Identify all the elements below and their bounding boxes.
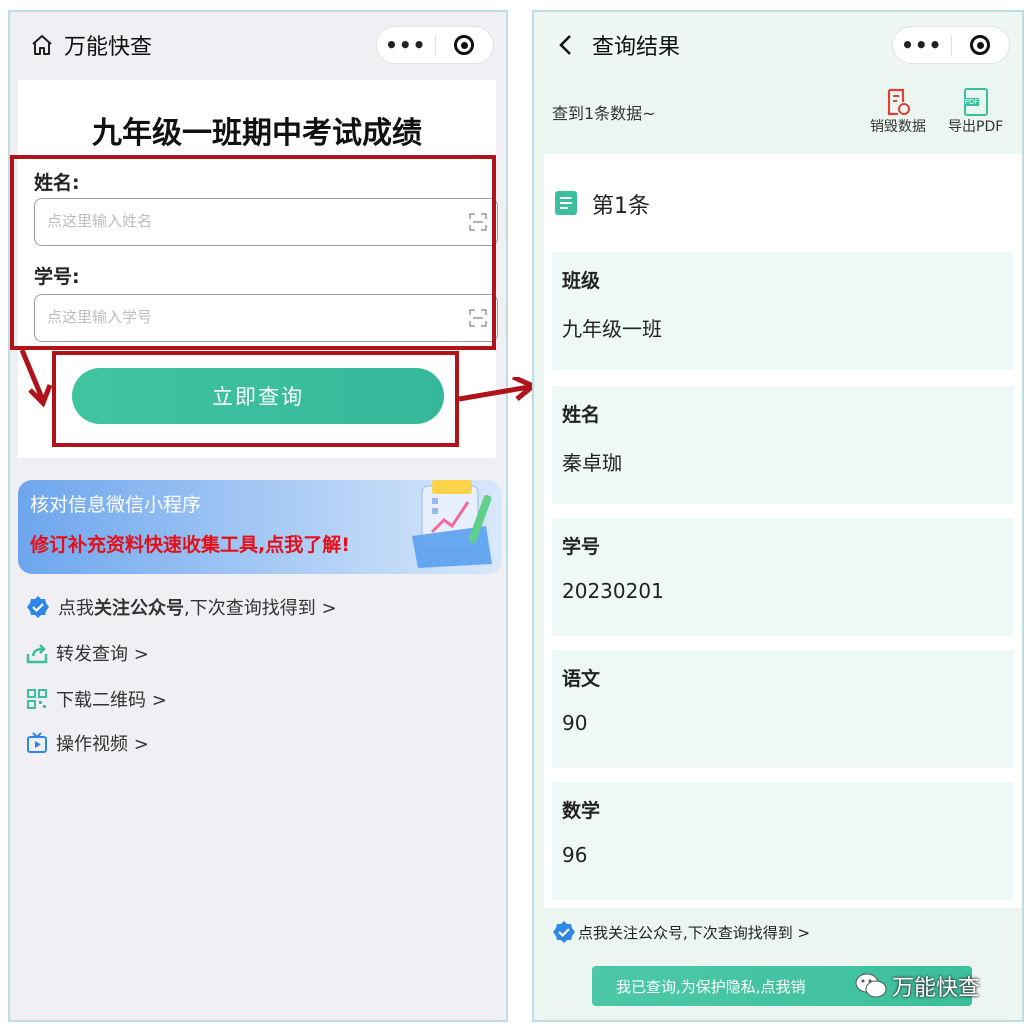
- banner-subtitle: 修订补充资料快速收集工具,点我了解!: [30, 534, 350, 556]
- query-form-card: 九年级一班期中考试成绩 姓名: 学号: 立即查询: [18, 80, 498, 458]
- home-icon[interactable]: [30, 33, 54, 57]
- left-phone-screen: 万能快查 ••• 九年级一班期中考试成绩 姓名: 学号: 立即查询 核对信息微信…: [8, 10, 508, 1022]
- verified-badge-icon: [27, 596, 49, 618]
- share-query-link[interactable]: 转发查询 >: [26, 640, 149, 666]
- video-label: 操作视频 >: [56, 734, 149, 755]
- export-pdf-label: 导出PDF: [948, 119, 1004, 135]
- record-title: 第1条: [592, 194, 650, 219]
- scan-icon[interactable]: [469, 309, 487, 327]
- close-miniprogram-icon[interactable]: [951, 35, 1009, 55]
- verified-badge-icon: [553, 921, 575, 943]
- result-field-class: 班级 九年级一班: [544, 244, 1022, 378]
- share-label: 转发查询 >: [56, 644, 149, 665]
- field-label: 数学: [562, 800, 601, 822]
- app-title: 万能快查: [64, 35, 153, 60]
- capsule-menu: •••: [892, 26, 1010, 64]
- destroy-data-button[interactable]: 销毁数据: [870, 88, 926, 136]
- field-value: 90: [562, 711, 588, 735]
- follow-label: 点我关注公众号,下次查询找得到 >: [578, 923, 811, 942]
- wechat-watermark: 万能快查: [854, 970, 980, 1002]
- annotation-arrow-down-icon: [19, 349, 53, 408]
- name-field[interactable]: [34, 198, 498, 246]
- mini-program-banner[interactable]: 核对信息微信小程序 修订补充资料快速收集工具,点我了解!: [18, 480, 502, 574]
- pdf-badge: PDF: [963, 98, 980, 106]
- more-icon[interactable]: •••: [377, 26, 435, 64]
- close-miniprogram-icon[interactable]: [435, 35, 493, 55]
- field-label: 姓名: [562, 404, 601, 426]
- field-label: 学号: [562, 536, 601, 558]
- more-icon[interactable]: •••: [893, 26, 951, 64]
- field-value: 20230201: [562, 579, 664, 603]
- capsule-menu: •••: [376, 26, 494, 64]
- result-field-student-id: 学号 20230201: [544, 510, 1022, 644]
- follow-bold: 关注公众号: [94, 598, 184, 619]
- field-label: 语文: [562, 668, 601, 690]
- form-title: 九年级一班期中考试成绩: [92, 116, 422, 151]
- follow-prefix: 点我: [58, 598, 94, 619]
- result-page-title: 查询结果: [592, 35, 681, 60]
- record-card-header: 第1条: [544, 154, 1022, 244]
- tutorial-video-link[interactable]: 操作视频 >: [26, 730, 149, 756]
- follow-suffix: ,下次查询找得到 >: [184, 598, 337, 619]
- qrcode-label: 下载二维码 >: [56, 690, 167, 711]
- field-label: 班级: [562, 270, 601, 292]
- qrcode-icon: [27, 689, 47, 709]
- destroy-data-label: 销毁数据: [870, 119, 926, 135]
- download-qrcode-link[interactable]: 下载二维码 >: [26, 686, 167, 712]
- follow-official-account-link[interactable]: 点我关注公众号,下次查询找得到 >: [26, 594, 337, 620]
- right-navbar: 查询结果 •••: [534, 12, 1022, 78]
- folder-chart-illustration-icon: [412, 480, 492, 568]
- right-phone-screen: 查询结果 ••• 查到1条数据~ 销毁数据 PDF 导出PDF 第1条 班级九年…: [532, 10, 1024, 1022]
- field-value: 96: [562, 843, 588, 867]
- wechat-logo-icon: [855, 973, 887, 998]
- field-value: 九年级一班: [562, 317, 662, 341]
- left-navbar: 万能快查 •••: [10, 12, 506, 78]
- destroy-document-icon: [887, 88, 910, 116]
- student-id-field[interactable]: [34, 294, 498, 342]
- watermark-text: 万能快查: [892, 976, 981, 1001]
- name-input[interactable]: [47, 199, 447, 243]
- query-button[interactable]: 立即查询: [72, 368, 444, 424]
- result-count: 查到1条数据~: [552, 104, 656, 123]
- name-label: 姓名:: [34, 172, 80, 194]
- student-id-label: 学号:: [34, 266, 80, 288]
- annotation-arrow-right-icon: [459, 377, 538, 402]
- pdf-file-icon: PDF: [963, 88, 988, 116]
- result-field-chinese: 语文 90: [544, 642, 1022, 776]
- field-value: 秦卓珈: [562, 451, 622, 475]
- result-field-math: 数学 96: [544, 774, 1022, 908]
- video-icon: [27, 732, 47, 753]
- banner-title: 核对信息微信小程序: [30, 494, 202, 516]
- export-pdf-button[interactable]: PDF 导出PDF: [948, 88, 1003, 136]
- scan-icon[interactable]: [469, 213, 487, 231]
- follow-official-account-link[interactable]: 点我关注公众号,下次查询找得到 >: [552, 920, 810, 944]
- result-field-name: 姓名 秦卓珈: [544, 378, 1022, 512]
- share-icon: [26, 644, 48, 664]
- document-list-icon: [555, 191, 577, 215]
- back-arrow-icon[interactable]: [556, 33, 576, 57]
- student-id-input[interactable]: [47, 295, 447, 339]
